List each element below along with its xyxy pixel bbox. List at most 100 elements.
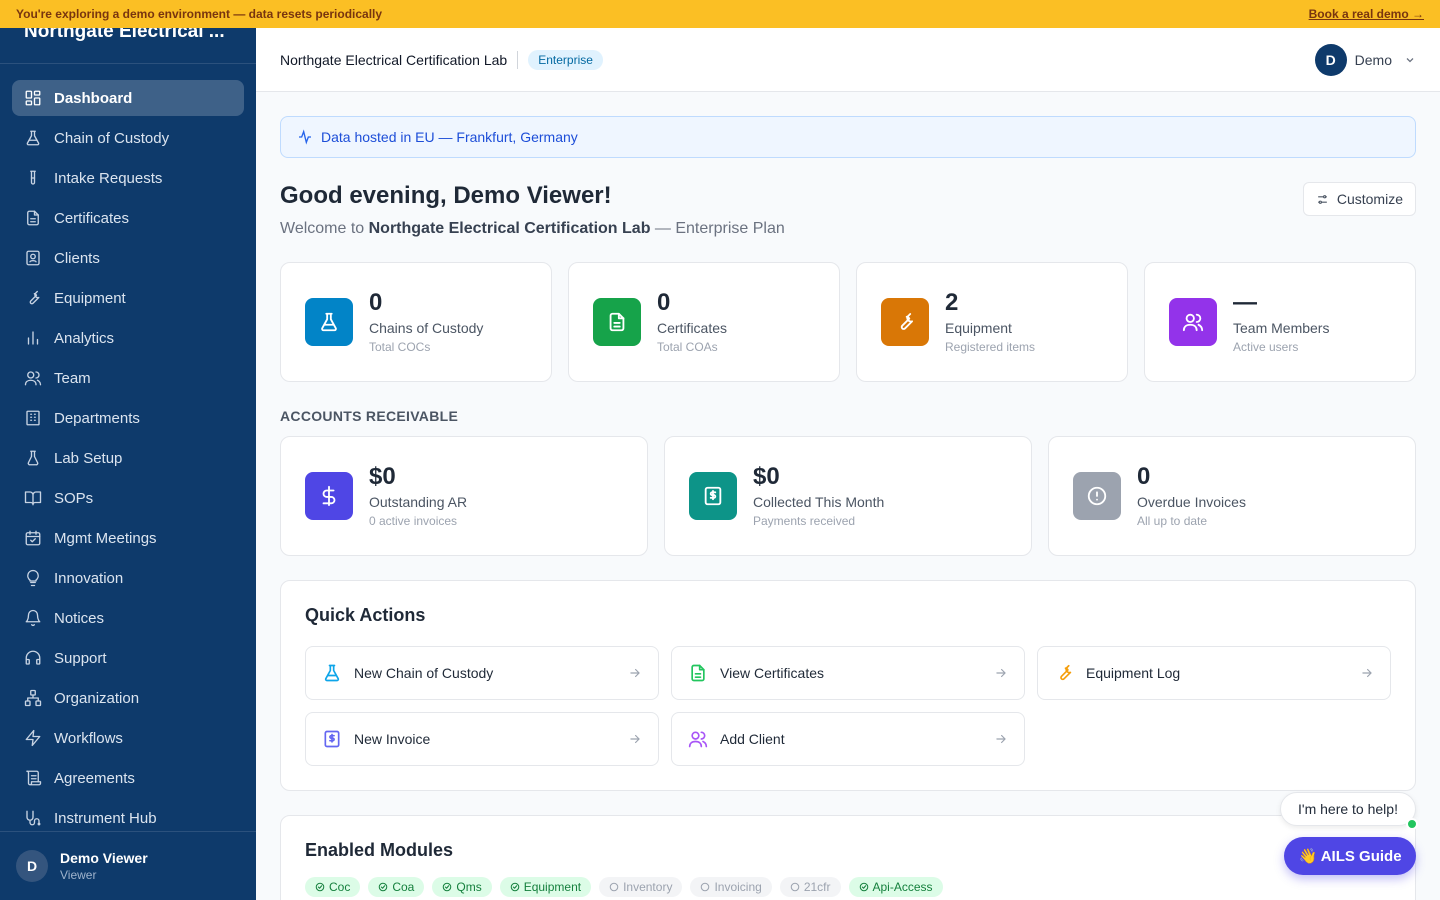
stat-value: $0 <box>753 463 780 490</box>
module-chip: Invoicing <box>690 877 772 897</box>
stat-value: 0 <box>369 289 383 316</box>
sidebar-item-sops[interactable]: SOPs <box>12 480 244 516</box>
module-chip: Coa <box>368 877 425 897</box>
stat-value: $0 <box>369 463 396 490</box>
stat-icon-box <box>593 298 641 346</box>
stat-card[interactable]: 0 Certificates Total COAs <box>568 262 840 382</box>
sliders-icon <box>1318 194 1327 204</box>
scroll-icon <box>26 770 42 786</box>
org-name: Northgate Electrical Certification Lab <box>280 50 519 69</box>
stat-value: 0 <box>1137 463 1151 490</box>
sidebar-item-workflows[interactable]: Workflows <box>12 720 244 756</box>
receipt-icon <box>324 730 340 748</box>
sidebar-item-label: Mgmt Meetings <box>54 529 157 547</box>
sidebar-item-equipment[interactable]: Equipment <box>12 280 244 316</box>
headset-icon <box>25 650 41 665</box>
welcome-text: Welcome to Northgate Electrical Certific… <box>280 220 785 237</box>
quick-action-label: View Certificates <box>720 665 825 681</box>
chevron-down-icon <box>1406 57 1414 62</box>
module-chip: Api-Access <box>848 877 943 897</box>
contact-icon <box>26 250 40 266</box>
sidebar-item-analytics[interactable]: Analytics <box>12 320 244 356</box>
sidebar-item-organization[interactable]: Organization <box>12 680 244 716</box>
stat-card[interactable]: — Team Members Active users <box>1144 262 1416 382</box>
module-chip-label: Inventory <box>623 880 673 894</box>
book-demo-link[interactable]: Book a real demo → <box>1309 7 1424 21</box>
sidebar-item-certificates[interactable]: Certificates <box>12 200 244 236</box>
document-icon <box>27 210 39 226</box>
quick-action-new-chain-of-custody[interactable]: New Chain of Custody <box>305 646 659 700</box>
stat-card[interactable]: 0 Overdue Invoices All up to date <box>1048 436 1416 556</box>
test-tube-icon <box>30 170 36 185</box>
sidebar-item-clients[interactable]: Clients <box>12 240 244 276</box>
stat-label: Outstanding AR <box>369 494 468 510</box>
quick-action-add-client[interactable]: Add Client <box>671 712 1025 766</box>
stat-label: Team Members <box>1233 320 1330 336</box>
customize-label: Customize <box>1336 191 1403 207</box>
stat-subtext: Registered items <box>945 340 1036 354</box>
sidebar-item-label: SOPs <box>54 489 94 507</box>
module-chip: 21cfr <box>779 877 841 897</box>
plan-badge: Enterprise <box>528 49 603 70</box>
module-chip-label: Invoicing <box>714 880 762 894</box>
dollar-icon <box>322 485 336 507</box>
stat-card[interactable]: 0 Chains of Custody Total COCs <box>280 262 552 382</box>
stat-card[interactable]: $0 Outstanding AR 0 active invoices <box>280 436 648 556</box>
module-chip-label: Coc <box>329 880 351 894</box>
activity-icon <box>299 129 311 145</box>
building-icon <box>26 410 40 426</box>
sidebar-item-dashboard[interactable]: Dashboard <box>12 80 244 116</box>
sidebar-item-notices[interactable]: Notices <box>12 600 244 636</box>
check-circle-icon <box>379 882 388 892</box>
bell-icon <box>25 609 41 627</box>
hosting-text: Data hosted in EU — Frankfurt, Germany <box>321 129 578 145</box>
stat-label: Certificates <box>657 320 728 336</box>
users-icon <box>688 731 708 748</box>
sidebar-item-label: Departments <box>54 409 140 427</box>
online-indicator <box>1406 818 1418 830</box>
sidebar-item-lab-setup[interactable]: Lab Setup <box>12 440 244 476</box>
main-content: Data hosted in EU — Frankfurt, Germany G… <box>280 92 1416 900</box>
user-menu-button[interactable]: D Demo <box>1314 43 1416 76</box>
sidebar-item-label: Certificates <box>54 209 130 227</box>
sidebar-item-intake-requests[interactable]: Intake Requests <box>12 160 244 196</box>
quick-action-new-invoice[interactable]: New Invoice <box>305 712 659 766</box>
calendar-icon <box>25 530 41 546</box>
ails-guide-button[interactable]: 👋 AILS Guide <box>1284 837 1416 875</box>
quick-actions-grid: New Chain of Custody View Certificates Equ… <box>305 646 1391 766</box>
panel-title: Enabled Modules <box>305 840 454 860</box>
quick-action-view-certificates[interactable]: View Certificates <box>671 646 1025 700</box>
sidebar-item-chain-of-custody[interactable]: Chain of Custody <box>12 120 244 156</box>
wrench-icon <box>900 313 913 330</box>
sidebar-user[interactable]: D Demo Viewer Viewer <box>0 831 256 900</box>
sidebar-item-departments[interactable]: Departments <box>12 400 244 436</box>
customize-button[interactable]: Customize <box>1302 182 1416 216</box>
stat-card[interactable]: $0 Collected This Month Payments received <box>664 436 1032 556</box>
quick-action-equipment-log[interactable]: Equipment Log <box>1037 646 1391 700</box>
quick-actions-panel: Quick Actions New Chain of Custody View C… <box>280 580 1416 791</box>
lightbulb-icon <box>27 569 39 587</box>
dashboard-icon <box>25 90 41 106</box>
check-circle-icon <box>443 882 452 892</box>
sidebar-nav: Dashboard Chain of Custody Intake Requests… <box>0 64 256 836</box>
sidebar-item-innovation[interactable]: Innovation <box>12 560 244 596</box>
sidebar-brand[interactable]: Northgate Electrical ... <box>0 28 256 64</box>
wrench-icon <box>1060 664 1072 681</box>
flask-icon <box>324 664 340 682</box>
check-circle-icon <box>315 882 325 892</box>
quick-action-label: New Invoice <box>354 731 431 747</box>
sidebar-item-support[interactable]: Support <box>12 640 244 676</box>
stat-card[interactable]: 2 Equipment Registered items <box>856 262 1128 382</box>
lightning-icon <box>25 729 41 747</box>
demo-banner-text: You're exploring a demo environment — da… <box>16 7 383 21</box>
arrow-right-icon <box>996 668 1006 678</box>
arrow-right-icon <box>630 668 640 678</box>
receivables-stats: $0 Outstanding AR 0 active invoices $0 Colle… <box>280 436 1416 556</box>
stat-icon-box <box>305 298 353 346</box>
sidebar-item-mgmt-meetings[interactable]: Mgmt Meetings <box>12 520 244 556</box>
stat-icon-box <box>305 472 353 520</box>
topbar: Northgate Electrical Certification Lab E… <box>256 28 1440 92</box>
book-icon <box>24 491 42 506</box>
sidebar-item-team[interactable]: Team <box>12 360 244 396</box>
sidebar-item-agreements[interactable]: Agreements <box>12 760 244 796</box>
